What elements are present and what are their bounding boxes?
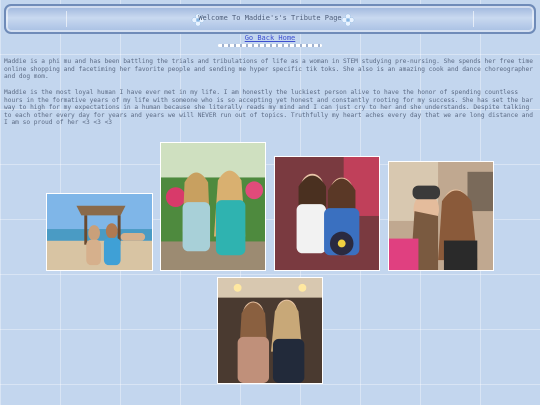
garden-photo — [160, 142, 266, 271]
header-banner: Welcome To Maddie's's Tribute Page — [4, 4, 536, 34]
restaurant-photo — [217, 277, 323, 384]
go-back-home-link[interactable]: Go Back Home — [0, 34, 540, 42]
bio-paragraph-1: Maddie is a phi mu and has been battling… — [4, 58, 533, 81]
selfie-photo — [388, 161, 494, 271]
beach-photo — [46, 193, 153, 271]
childhood-photo — [274, 156, 380, 271]
decorative-divider — [218, 44, 322, 47]
flower-icon — [341, 13, 355, 27]
page-title: Welcome To Maddie's's Tribute Page — [198, 14, 342, 22]
bio-paragraph-2: Maddie is the most loyal human I have ev… — [4, 89, 533, 127]
